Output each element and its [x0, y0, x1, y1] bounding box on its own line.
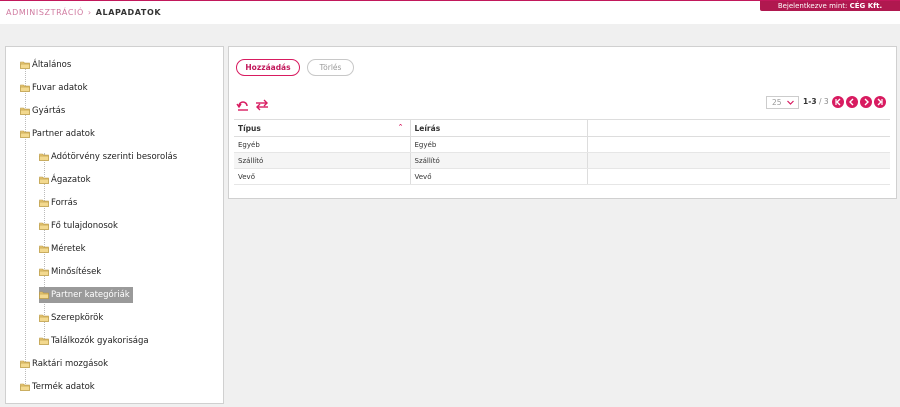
column-header-empty [586, 119, 890, 137]
sort-ascending-icon: ⌃ [397, 123, 404, 131]
tree-item-label: Raktári mozgások [32, 359, 109, 369]
column-header-description[interactable]: Leírás [409, 119, 587, 137]
table-cell: Szállító [234, 152, 410, 169]
prev-page-icon[interactable] [846, 96, 858, 108]
folder-icon [20, 84, 30, 92]
tree-item-label: Szerepkörök [51, 313, 104, 323]
tree-item[interactable]: Találkozók gyakorisága [39, 333, 152, 349]
tree-item[interactable]: Szerepkörök [39, 310, 106, 326]
table-row[interactable]: Vevő Vevő [234, 168, 890, 185]
table-row[interactable]: Egyéb Egyéb [234, 136, 890, 153]
data-grid-panel: Hozzáadás Törlés 25 1-3 / 3 Típus ⌃ Leírá… [228, 46, 897, 199]
tree-item[interactable]: Forrás [39, 195, 80, 211]
breadcrumb-current: ALAPADATOK [95, 8, 162, 17]
pager-info: 1-3 / 3 [803, 97, 829, 106]
first-page-icon[interactable] [832, 96, 844, 108]
login-prefix: Bejelentkezve mint: [777, 2, 848, 10]
tree-item[interactable]: Termék adatok [20, 379, 98, 395]
folder-icon [39, 222, 49, 230]
table-cell: Egyéb [234, 136, 410, 153]
tree-item-label: Méretek [51, 244, 86, 254]
table-row[interactable]: Szállító Szállító [234, 152, 890, 169]
refresh-icon[interactable] [236, 96, 250, 111]
folder-icon [20, 383, 30, 391]
folder-icon [20, 107, 30, 115]
pager-range: 1-3 [803, 97, 817, 106]
tree-item-label: Fő tulajdonosok [51, 221, 118, 231]
tree-item[interactable]: Minősítések [39, 264, 104, 280]
table-cell: Vevő [409, 168, 587, 185]
page-size-value: 25 [772, 98, 782, 107]
top-bar: ADMINISZTRÁCIÓ › ALAPADATOK Bejelentkezve … [0, 0, 900, 24]
tree-item-label: Általános [32, 60, 72, 70]
table-cell: Egyéb [409, 136, 587, 153]
tree-item[interactable]: Fuvar adatok [20, 80, 91, 96]
tree-item-label: Partner kategóriák [51, 290, 130, 300]
tree-item-label: Termék adatok [32, 382, 95, 392]
tree-item-label: Forrás [51, 198, 78, 208]
page-size-select[interactable]: 25 [766, 96, 799, 109]
table-header-row: Típus ⌃ Leírás [234, 119, 890, 137]
tree-item[interactable]: Partner kategóriák [39, 287, 133, 303]
tree-item-label: Adótörvény szerinti besorolás [51, 152, 178, 162]
breadcrumb-root[interactable]: ADMINISZTRÁCIÓ [6, 8, 84, 17]
pager-separator: / [818, 97, 822, 106]
tree-item-label: Minősítések [51, 267, 102, 277]
folder-icon [20, 61, 30, 69]
login-user: CÉG Kft. [849, 2, 883, 10]
tree-item[interactable]: Partner adatok [20, 126, 98, 142]
column-header-type[interactable]: Típus ⌃ [234, 119, 410, 137]
tree-item-label: Találkozók gyakorisága [51, 336, 149, 346]
table-cell: Vevő [234, 168, 410, 185]
tree-item[interactable]: Ágazatok [39, 172, 94, 188]
tree-item-label: Ágazatok [51, 175, 91, 185]
delete-button[interactable]: Törlés [307, 59, 354, 76]
folder-icon [39, 268, 49, 276]
folder-icon [39, 245, 49, 253]
tree-item[interactable]: Általános [20, 57, 74, 73]
next-page-icon[interactable] [860, 96, 872, 108]
chevron-down-icon [786, 98, 795, 107]
folder-icon [20, 360, 30, 368]
folder-icon [20, 130, 30, 138]
tree-item[interactable]: Raktári mozgások [20, 356, 111, 372]
tree-item[interactable]: Adótörvény szerinti besorolás [39, 149, 180, 165]
tree-item-label: Fuvar adatok [32, 83, 88, 93]
breadcrumb: ADMINISZTRÁCIÓ › ALAPADATOK [6, 8, 161, 17]
last-page-icon[interactable] [874, 96, 886, 108]
table-cell [586, 152, 890, 169]
login-badge[interactable]: Bejelentkezve mint: CÉG Kft. [760, 1, 900, 11]
tree-item[interactable]: Gyártás [20, 103, 68, 119]
data-table: Típus ⌃ Leírás Egyéb Egyéb Szállító Száll… [234, 119, 890, 185]
folder-icon [39, 176, 49, 184]
category-tree: Általános Fuvar adatok Gyártás Partner adat… [5, 46, 224, 404]
folder-icon [39, 314, 49, 322]
swap-icon[interactable] [255, 96, 269, 111]
table-cell: Szállító [409, 152, 587, 169]
table-cell [586, 168, 890, 185]
tree-item-label: Partner adatok [32, 129, 95, 139]
folder-icon [39, 291, 49, 299]
folder-icon [39, 153, 49, 161]
pager-total: 3 [823, 97, 829, 106]
table-cell [586, 136, 890, 153]
folder-icon [39, 337, 49, 345]
tree-item[interactable]: Méretek [39, 241, 89, 257]
breadcrumb-separator: › [87, 8, 92, 17]
tree-item-label: Gyártás [32, 106, 66, 116]
folder-icon [39, 199, 49, 207]
tree-item[interactable]: Fő tulajdonosok [39, 218, 121, 234]
add-button[interactable]: Hozzáadás [236, 59, 300, 76]
column-header-label: Típus [238, 123, 261, 133]
